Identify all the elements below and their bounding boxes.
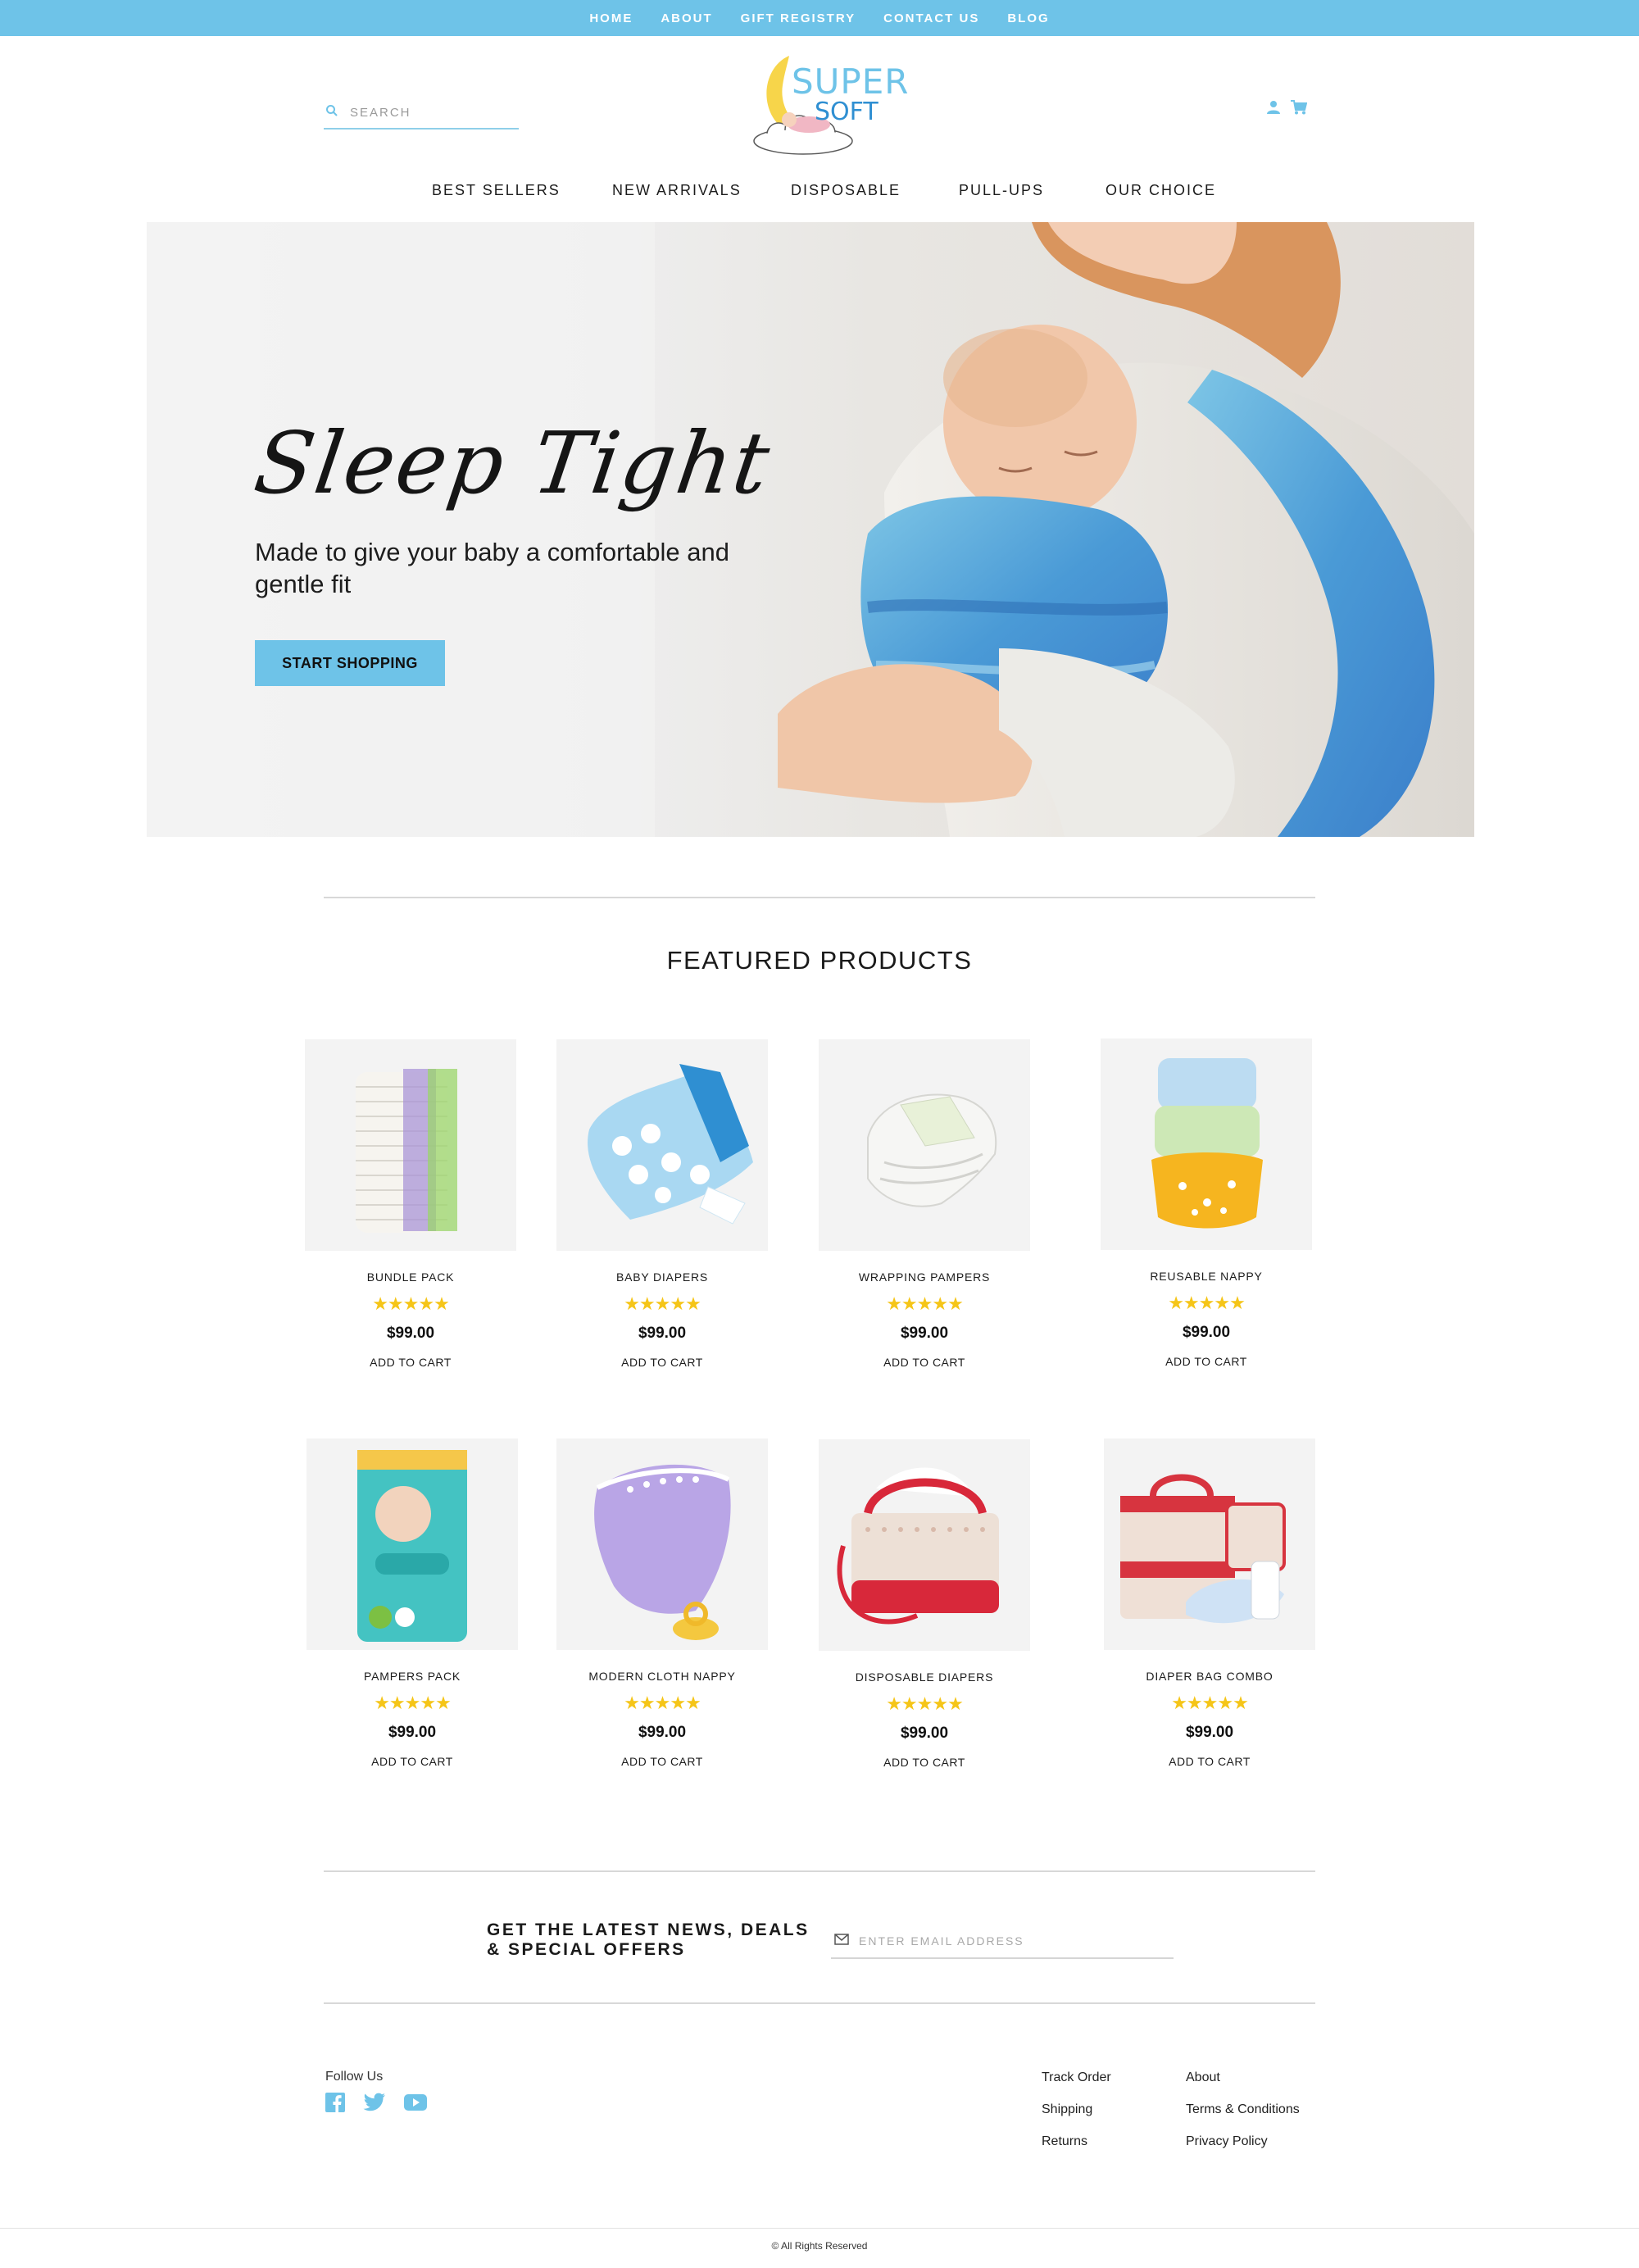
add-to-cart-button[interactable]: ADD TO CART: [1101, 1355, 1312, 1368]
product-image-pampers-pack[interactable]: [306, 1439, 518, 1650]
search-input[interactable]: [350, 105, 506, 120]
start-shopping-button[interactable]: START SHOPPING: [255, 640, 445, 686]
youtube-icon[interactable]: [404, 2094, 427, 2115]
email-input[interactable]: [859, 1934, 1162, 1948]
product-card[interactable]: BABY DIAPERS ★★★★★ $99.00 ADD TO CART: [556, 1039, 768, 1369]
product-card[interactable]: DISPOSABLE DIAPERS ★★★★★ $99.00 ADD TO C…: [819, 1439, 1030, 1769]
main-category-nav: BEST SELLERS NEW ARRIVALS DISPOSABLE PUL…: [0, 182, 1639, 203]
newsletter-heading: GET THE LATEST NEWS, DEALS & SPECIAL OFF…: [487, 1920, 810, 1959]
product-name[interactable]: REUSABLE NAPPY: [1101, 1270, 1312, 1283]
product-image-disposable-diapers[interactable]: [819, 1439, 1030, 1651]
add-to-cart-button[interactable]: ADD TO CART: [306, 1755, 518, 1768]
facebook-icon[interactable]: [325, 2093, 345, 2116]
rating-stars: ★★★★★: [1168, 1293, 1246, 1313]
nav-disposable[interactable]: DISPOSABLE: [791, 182, 901, 199]
product-name[interactable]: MODERN CLOTH NAPPY: [556, 1670, 768, 1683]
hero-banner: Sleep Tight Made to give your baby a com…: [147, 222, 1474, 837]
section-divider: [324, 1870, 1315, 1872]
add-to-cart-button[interactable]: ADD TO CART: [1104, 1755, 1315, 1768]
add-to-cart-button[interactable]: ADD TO CART: [305, 1356, 516, 1369]
product-image-baby-diapers[interactable]: [556, 1039, 768, 1251]
product-image-bundle-pack[interactable]: [305, 1039, 516, 1251]
user-account-icon[interactable]: [1266, 100, 1281, 119]
newsletter-email-field: [831, 1925, 1174, 1959]
product-price: $99.00: [900, 1725, 949, 1742]
product-name[interactable]: PAMPERS PACK: [306, 1670, 518, 1683]
rating-stars: ★★★★★: [886, 1293, 964, 1314]
section-divider: [324, 897, 1315, 898]
nav-pull-ups[interactable]: PULL-UPS: [959, 182, 1044, 199]
product-name[interactable]: WRAPPING PAMPERS: [819, 1270, 1030, 1284]
topnav-home-link[interactable]: HOME: [589, 11, 633, 25]
product-price: $99.00: [1185, 1724, 1234, 1741]
footer-link-privacy-policy[interactable]: Privacy Policy: [1186, 2134, 1300, 2150]
logo-super-text: SUPER: [792, 61, 910, 102]
logo-wordmark: SUPER SOFT: [792, 64, 909, 125]
hero-title: Sleep Tight: [248, 413, 777, 513]
product-price: $99.00: [638, 1325, 687, 1342]
product-card[interactable]: MODERN CLOTH NAPPY ★★★★★ $99.00 ADD TO C…: [556, 1439, 768, 1768]
product-name[interactable]: DIAPER BAG COMBO: [1104, 1670, 1315, 1683]
add-to-cart-button[interactable]: ADD TO CART: [556, 1356, 768, 1369]
nav-best-sellers[interactable]: BEST SELLERS: [432, 182, 561, 199]
product-name[interactable]: DISPOSABLE DIAPERS: [819, 1670, 1030, 1684]
product-price: $99.00: [900, 1325, 949, 1342]
rating-stars: ★★★★★: [886, 1693, 964, 1714]
product-image-diaper-bag-combo[interactable]: [1104, 1439, 1315, 1650]
search-icon[interactable]: [325, 104, 338, 121]
rating-stars: ★★★★★: [372, 1293, 450, 1314]
search-box: [324, 97, 519, 130]
nav-new-arrivals[interactable]: NEW ARRIVALS: [612, 182, 742, 199]
rating-stars: ★★★★★: [624, 1293, 701, 1314]
add-to-cart-button[interactable]: ADD TO CART: [556, 1755, 768, 1768]
hero-subtitle: Made to give your baby a comfortable and…: [255, 538, 730, 598]
product-price: $99.00: [386, 1325, 435, 1342]
rating-stars: ★★★★★: [374, 1693, 452, 1713]
product-card[interactable]: PAMPERS PACK ★★★★★ $99.00 ADD TO CART: [306, 1439, 518, 1768]
product-image-modern-cloth-nappy[interactable]: [556, 1439, 768, 1650]
footer-link-shipping[interactable]: Shipping: [1042, 2102, 1111, 2118]
follow-us-label: Follow Us: [325, 2070, 384, 2084]
product-price: $99.00: [638, 1724, 687, 1741]
logo-soft-text: SOFT: [815, 98, 879, 126]
copyright-text: © All Rights Reserved: [771, 2240, 868, 2252]
footer-divider: [0, 2228, 1639, 2229]
footer-link-about[interactable]: About: [1186, 2070, 1300, 2086]
footer-link-returns[interactable]: Returns: [1042, 2134, 1111, 2150]
topnav-gift-registry-link[interactable]: GIFT REGISTRY: [741, 11, 856, 25]
topnav-about-link[interactable]: ABOUT: [661, 11, 712, 25]
add-to-cart-button[interactable]: ADD TO CART: [819, 1756, 1030, 1769]
top-navigation-bar: HOME ABOUT GIFT REGISTRY CONTACT US BLOG: [0, 0, 1639, 36]
product-price: $99.00: [388, 1724, 437, 1741]
footer-links-column-1: Track Order Shipping Returns: [1042, 2070, 1111, 2150]
shopping-cart-icon[interactable]: [1291, 100, 1308, 119]
twitter-icon[interactable]: [363, 2093, 386, 2116]
product-card[interactable]: WRAPPING PAMPERS ★★★★★ $99.00 ADD TO CAR…: [819, 1039, 1030, 1369]
product-name[interactable]: BUNDLE PACK: [305, 1270, 516, 1284]
envelope-icon: [834, 1933, 849, 1949]
product-name[interactable]: BABY DIAPERS: [556, 1270, 768, 1284]
rating-stars: ★★★★★: [624, 1693, 701, 1713]
product-image-wrapping-pampers[interactable]: [819, 1039, 1030, 1251]
footer-links-column-2: About Terms & Conditions Privacy Policy: [1186, 2070, 1300, 2150]
section-divider: [324, 2002, 1315, 2004]
product-card[interactable]: REUSABLE NAPPY ★★★★★ $99.00 ADD TO CART: [1101, 1039, 1312, 1368]
add-to-cart-button[interactable]: ADD TO CART: [819, 1356, 1030, 1369]
topnav-contact-us-link[interactable]: CONTACT US: [883, 11, 979, 25]
hero-mother-baby-image: [147, 222, 1474, 837]
product-price: $99.00: [1182, 1324, 1231, 1341]
product-card[interactable]: DIAPER BAG COMBO ★★★★★ $99.00 ADD TO CAR…: [1104, 1439, 1315, 1768]
footer-link-terms[interactable]: Terms & Conditions: [1186, 2102, 1300, 2118]
footer-link-track-order[interactable]: Track Order: [1042, 2070, 1111, 2086]
header-icons: [1266, 100, 1308, 119]
product-image-reusable-nappy[interactable]: [1101, 1039, 1312, 1250]
featured-products-heading: FEATURED PRODUCTS: [666, 946, 973, 975]
nav-our-choice[interactable]: OUR CHOICE: [1106, 182, 1216, 199]
social-links: [325, 2093, 427, 2116]
topnav-blog-link[interactable]: BLOG: [1007, 11, 1049, 25]
rating-stars: ★★★★★: [1171, 1693, 1249, 1713]
product-card[interactable]: BUNDLE PACK ★★★★★ $99.00 ADD TO CART: [305, 1039, 516, 1369]
